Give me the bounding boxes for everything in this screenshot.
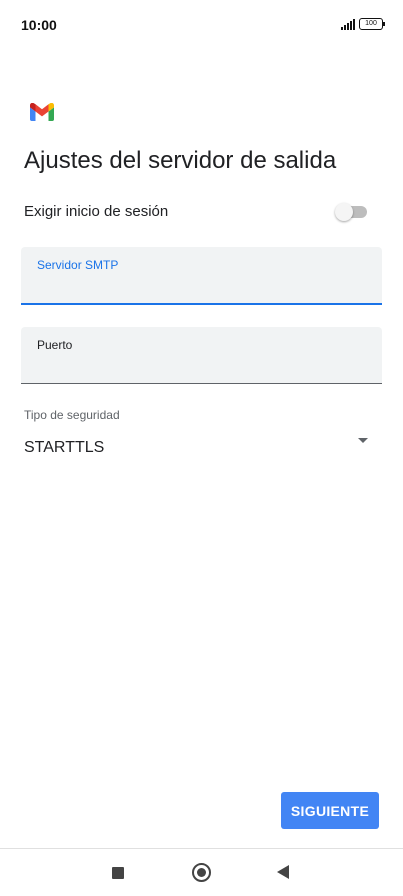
- navigation-bar: [0, 849, 403, 896]
- recent-apps-icon[interactable]: [112, 867, 124, 879]
- security-type-label: Tipo de seguridad: [24, 408, 120, 422]
- status-bar: 10:00 100: [0, 0, 403, 50]
- battery-icon: 100: [359, 18, 385, 30]
- security-type-select[interactable]: STARTTLS: [24, 432, 372, 464]
- require-login-label: Exigir inicio de sesión: [24, 203, 169, 220]
- toggle-thumb: [335, 203, 353, 221]
- dropdown-arrow-icon: [358, 438, 368, 443]
- port-label: Puerto: [37, 338, 73, 352]
- require-login-row[interactable]: Exigir inicio de sesión: [24, 200, 369, 224]
- smtp-server-label: Servidor SMTP: [37, 258, 119, 272]
- battery-level: 100: [365, 20, 377, 27]
- back-icon[interactable]: [277, 865, 289, 879]
- gmail-logo-icon: [30, 103, 54, 121]
- status-time: 10:00: [21, 17, 57, 33]
- smtp-server-input[interactable]: [37, 275, 357, 297]
- page-title: Ajustes del servidor de salida: [24, 147, 337, 174]
- security-type-value: STARTTLS: [24, 439, 105, 456]
- require-login-toggle[interactable]: [335, 202, 369, 222]
- smtp-server-field[interactable]: Servidor SMTP: [21, 247, 382, 305]
- home-icon[interactable]: [192, 863, 211, 882]
- port-input[interactable]: [37, 355, 357, 377]
- status-icons: 100: [341, 17, 385, 31]
- port-field[interactable]: Puerto: [21, 327, 382, 384]
- signal-bars-icon: [341, 18, 355, 30]
- next-button[interactable]: SIGUIENTE: [281, 792, 379, 829]
